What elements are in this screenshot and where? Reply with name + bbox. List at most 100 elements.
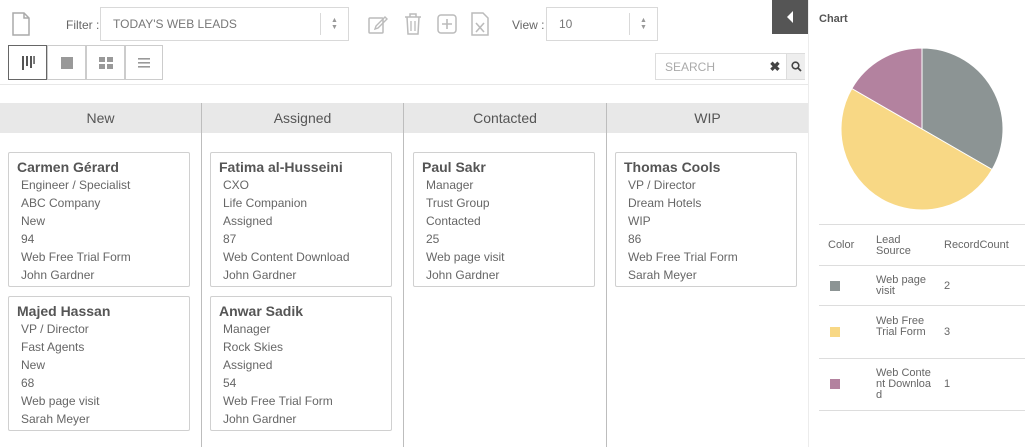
lead-card[interactable]: Majed Hassan VP / Director Fast Agents N…: [8, 296, 190, 431]
lead-name: Thomas Cools: [624, 159, 721, 175]
legend-row: Web Content Download 1: [819, 359, 1025, 411]
collapse-panel-button[interactable]: [772, 0, 808, 34]
lead-score: 94: [21, 232, 35, 246]
search-icon: [790, 61, 802, 72]
lead-name: Majed Hassan: [17, 303, 111, 319]
lead-source: Web Free Trial Form: [628, 250, 738, 264]
search-box: ✖: [655, 53, 805, 80]
lead-name: Carmen Gérard: [17, 159, 119, 175]
column-title: Contacted: [404, 103, 606, 133]
column-title: WIP: [607, 103, 808, 133]
legend-count: 3: [944, 326, 951, 338]
add-icon[interactable]: [436, 13, 458, 35]
list-icon: [138, 57, 150, 68]
lead-company: Dream Hotels: [628, 196, 702, 210]
legend-swatch: [830, 379, 840, 389]
kanban-icon: [21, 55, 35, 70]
chart-panel-title: Chart: [819, 13, 848, 25]
lead-title: VP / Director: [628, 178, 696, 192]
column-title: New: [0, 103, 201, 133]
lead-owner: John Gardner: [426, 268, 500, 282]
lead-owner: John Gardner: [223, 268, 297, 282]
lead-score: 25: [426, 232, 440, 246]
lead-name: Paul Sakr: [422, 159, 486, 175]
clear-search-icon[interactable]: ✖: [764, 54, 786, 79]
legend-header-count: RecordCount: [944, 239, 1009, 251]
lead-company: Trust Group: [426, 196, 490, 210]
grid-view-button[interactable]: [86, 45, 125, 80]
lead-card[interactable]: Anwar Sadik Manager Rock Skies Assigned …: [210, 296, 392, 431]
legend-row: Web page visit 2: [819, 266, 1025, 306]
lead-status: Contacted: [426, 214, 481, 228]
lead-name: Anwar Sadik: [219, 303, 304, 319]
lead-owner: Sarah Meyer: [21, 412, 90, 426]
delete-icon[interactable]: [403, 12, 423, 36]
lead-status: WIP: [628, 214, 651, 228]
lead-title: CXO: [223, 178, 250, 192]
select-arrows-icon: ▲ ▼: [629, 13, 657, 35]
lead-name: Fatima al-Husseini: [219, 159, 343, 175]
legend-swatch: [830, 281, 840, 291]
list-view-button[interactable]: [125, 45, 163, 80]
caret-left-icon: [787, 11, 793, 23]
lead-company: Fast Agents: [21, 340, 85, 354]
filter-value: TODAY'S WEB LEADS: [113, 17, 237, 31]
lead-score: 68: [21, 376, 35, 390]
legend-source: Web page visit: [876, 274, 926, 297]
filter-select[interactable]: TODAY'S WEB LEADS ▲ ▼: [100, 7, 349, 41]
lead-owner: John Gardner: [21, 268, 95, 282]
view-count-value: 10: [559, 17, 573, 31]
legend-source: Web Content Download: [876, 367, 932, 401]
lead-source: Web Free Trial Form: [223, 394, 333, 408]
legend-source: Web Free Trial Form: [876, 315, 926, 338]
legend-count: 1: [944, 378, 951, 390]
search-input[interactable]: [656, 54, 764, 79]
lead-card[interactable]: Thomas Cools VP / Director Dream Hotels …: [615, 152, 797, 287]
lead-title: Manager: [426, 178, 474, 192]
lead-company: Life Companion: [223, 196, 308, 210]
lead-title: VP / Director: [21, 322, 89, 336]
legend-swatch: [830, 327, 840, 337]
search-button[interactable]: [786, 54, 805, 79]
legend-header-source: Lead Source: [876, 234, 911, 257]
lead-title: Manager: [223, 322, 271, 336]
square-icon: [60, 56, 73, 69]
lead-source: Web Free Trial Form: [21, 250, 131, 264]
lead-company: ABC Company: [21, 196, 101, 210]
lead-source: Web page visit: [21, 394, 100, 408]
lead-status: Assigned: [223, 214, 273, 228]
chart-legend-table: Color Lead Source RecordCount Web page v…: [819, 224, 1025, 411]
select-arrows-icon: ▲ ▼: [320, 13, 348, 35]
edit-icon[interactable]: [367, 13, 389, 35]
view-count-select[interactable]: 10 ▲ ▼: [546, 7, 658, 41]
toolbar-divider: [0, 84, 808, 85]
legend-count: 2: [944, 280, 951, 292]
lead-company: Rock Skies: [223, 340, 284, 354]
chart-panel: Chart Color Lead Source RecordCount Web …: [808, 0, 1028, 447]
lead-owner: John Gardner: [223, 412, 297, 426]
legend-row: Web Free Trial Form 3: [819, 306, 1025, 359]
lead-card[interactable]: Fatima al-Husseini CXO Life Companion As…: [210, 152, 392, 287]
export-excel-icon[interactable]: [469, 11, 491, 37]
lead-card[interactable]: Carmen Gérard Engineer / Specialist ABC …: [8, 152, 190, 287]
lead-score: 54: [223, 376, 237, 390]
lead-source: Web Content Download: [223, 250, 350, 264]
view-label: View :: [512, 18, 545, 32]
lead-score: 86: [628, 232, 642, 246]
lead-status: Assigned: [223, 358, 273, 372]
legend-header-row: Color Lead Source RecordCount: [819, 224, 1025, 266]
lead-title: Engineer / Specialist: [21, 178, 131, 192]
kanban-view-button[interactable]: [8, 45, 47, 80]
lead-score: 87: [223, 232, 237, 246]
lead-owner: Sarah Meyer: [628, 268, 697, 282]
lead-card[interactable]: Paul Sakr Manager Trust Group Contacted …: [413, 152, 595, 287]
lead-status: New: [21, 358, 46, 372]
lead-status: New: [21, 214, 46, 228]
lead-source: Web page visit: [426, 250, 505, 264]
filter-label: Filter :: [66, 18, 100, 32]
lead-source-pie-chart: [840, 47, 1004, 211]
new-document-icon[interactable]: [10, 11, 32, 37]
single-view-button[interactable]: [47, 45, 86, 80]
grid-icon: [98, 56, 113, 69]
column-title: Assigned: [202, 103, 403, 133]
